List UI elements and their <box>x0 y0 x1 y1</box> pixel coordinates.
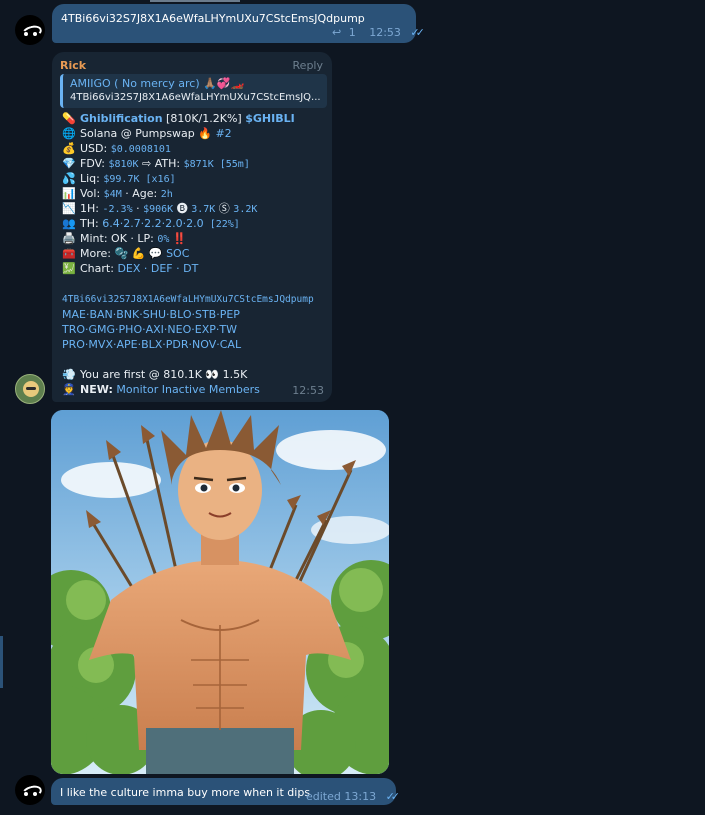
message-bubble[interactable]: 4TBi66vi32S7J8X1A6eWfaLHYmUXu7CStcEmsJQd… <box>52 4 425 43</box>
chain-line: 🌐 Solana @ Pumpswap 🔥 #2 <box>62 127 232 140</box>
chart-down-icon: 📉 <box>62 202 76 215</box>
bot-avatar[interactable] <box>15 374 45 404</box>
holders-line: 👥 TH: 6.4·2.7·2.2·2.0·2.0 [22%] <box>62 217 240 230</box>
vol-line: 📊 Vol: $4M · Age: 2h <box>62 187 173 200</box>
edited-time: edited 13:13 <box>306 790 377 803</box>
holders-link[interactable]: 6.4·2.7·2.2·2.0·2.0 <box>102 217 203 230</box>
message-time: 12:53 <box>369 26 401 39</box>
image-message[interactable] <box>51 410 389 774</box>
mint-line: 🖨️ Mint: OK · LP: 0% ‼️ <box>62 232 187 245</box>
message-text: I like the culture imma buy more when it… <box>60 786 311 799</box>
droplets-icon: 💦 <box>62 172 76 185</box>
people-icon: 👥 <box>62 217 76 230</box>
left-edge-marker <box>0 636 3 688</box>
reply-button[interactable]: Reply <box>293 59 323 72</box>
fdv-line: 💎 FDV: $810K ⇨ ATH: $871K [55m] <box>62 157 250 170</box>
token-line: 💊 Ghiblification [810K/1.2K%] $GHIBLI <box>62 112 295 125</box>
contract-address[interactable]: 4TBi66vi32S7J8X1A6eWfaLHYmUXu7CStcEmsJQd… <box>62 292 314 307</box>
buy-icon: 🅑 <box>173 202 192 215</box>
avatar[interactable] <box>15 775 45 805</box>
warning-icon: ‼️ <box>169 232 187 245</box>
usd-line: 💰 USD: $0.0008101 <box>62 142 171 155</box>
bar-chart-icon: 📊 <box>62 187 76 200</box>
quoted-message[interactable]: AMIIGO ( No mercy arc) 🙏🏽💞🏎️ 4TBi66vi32S… <box>60 74 327 108</box>
platform-links-row2[interactable]: TRO·GMG·PHO·AXI·NEO·EXP·TW <box>62 322 237 337</box>
anime-character-image <box>51 410 389 774</box>
gem-icon: 💎 <box>62 157 76 170</box>
printer-icon: 🖨️ <box>62 232 76 245</box>
chart-line: 💹 Chart: DEX · DEF · DT <box>62 262 199 275</box>
chart-links[interactable]: DEX · DEF · DT <box>117 262 198 275</box>
monitor-link[interactable]: Monitor Inactive Members <box>113 383 259 396</box>
liq-line: 💦 Liq: $99.7K [x16] <box>62 172 176 185</box>
money-bag-icon: 💰 <box>62 142 76 155</box>
new-feature-line: 👮 NEW: Monitor Inactive Members <box>62 383 260 396</box>
officer-icon: 👮 <box>62 383 76 396</box>
globe-icon: 🌐 <box>62 127 76 140</box>
platform-links-row1[interactable]: MAE·BAN·BNK·SHU·BLO·STB·PEP <box>62 307 240 322</box>
hour-line: 📉 1H: -2.3% · $906K 🅑 3.7K Ⓢ 3.2K <box>62 202 258 215</box>
soc-link[interactable]: SOC <box>166 247 189 260</box>
toolbox-icon: 🧰 <box>62 247 76 260</box>
reply-icon[interactable]: ↩ <box>332 26 341 39</box>
sender-name[interactable]: Rick <box>60 59 86 72</box>
quoted-text: 4TBi66vi32S7J8X1A6eWfaLHYmUXu7CStcEmsJQ.… <box>70 92 321 103</box>
top-scroll-indicator <box>150 0 240 2</box>
avatar[interactable] <box>15 15 45 45</box>
chart-up-icon: 💹 <box>62 262 76 275</box>
rank-hashtag[interactable]: #2 <box>215 127 231 140</box>
platform-links-row3[interactable]: PRO·MVX·APE·BLX·PDR·NOV·CAL <box>62 337 241 352</box>
sell-icon: Ⓢ <box>215 202 234 215</box>
pill-icon: 💊 <box>62 112 76 125</box>
ticker-link[interactable]: $GHIBLI <box>245 112 294 125</box>
read-checks-icon: ✓✓ <box>410 26 425 39</box>
read-checks-icon: ✓✓ <box>385 790 401 803</box>
quoted-author: AMIIGO ( No mercy arc) 🙏🏽💞🏎️ <box>70 77 245 90</box>
more-line: 🧰 More: 🫧 💪 💬 SOC <box>62 247 190 260</box>
message-time: 12:53 <box>292 384 324 397</box>
message-text: 4TBi66vi32S7J8X1A6eWfaLHYmUXu7CStcEmsJQd… <box>61 12 365 25</box>
reply-count[interactable]: 1 <box>349 26 356 39</box>
message-bubble[interactable]: Rick Reply AMIIGO ( No mercy arc) 🙏🏽💞🏎️ … <box>52 52 332 402</box>
token-name-link[interactable]: Ghiblification <box>80 112 163 125</box>
message-bubble[interactable]: I like the culture imma buy more when it… <box>51 778 401 805</box>
social-icons[interactable]: 🫧 💪 💬 <box>114 247 166 260</box>
first-call-line: 💨 You are first @ 810.1K 👀 1.5K <box>62 368 248 381</box>
dash-icon: 💨 <box>62 368 76 381</box>
